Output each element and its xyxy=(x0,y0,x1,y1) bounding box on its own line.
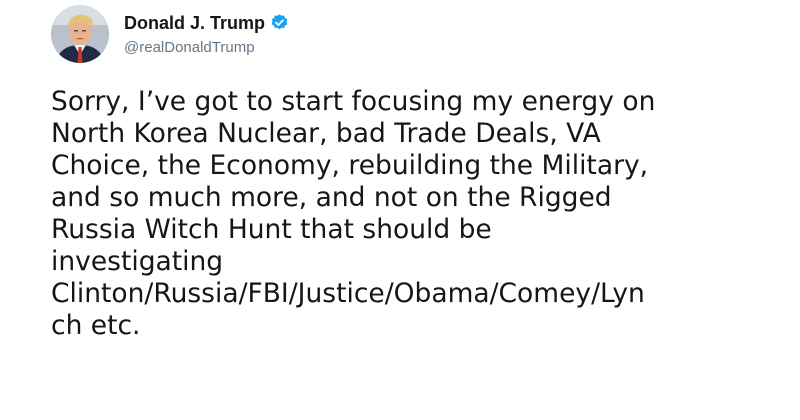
tweet-text-line: investigating xyxy=(51,246,224,277)
tweet-text-line: Russia Witch Hunt that should be xyxy=(51,214,492,245)
tweet-text-line: and so much more, and not on the Rigged xyxy=(51,182,612,213)
tweet-text-line: Choice, the Economy, rebuilding the Mili… xyxy=(51,150,649,181)
tweet-text: Sorry, I’ve got to start focusing my ene… xyxy=(51,86,771,342)
tweet-text-line: Clinton/Russia/FBI/Justice/Obama/Comey/L… xyxy=(51,278,645,309)
author-info: Donald J. Trump @realDonaldTrump xyxy=(124,12,289,57)
verified-badge-icon xyxy=(270,13,289,32)
tweet-header: Donald J. Trump @realDonaldTrump xyxy=(51,3,289,65)
profile-photo xyxy=(51,5,109,63)
tweet-text-line: North Korea Nuclear, bad Trade Deals, VA xyxy=(51,118,601,149)
tweet-text-line: Sorry, I’ve got to start focusing my ene… xyxy=(51,86,656,117)
tweet-card: Donald J. Trump @realDonaldTrump Sorry, … xyxy=(0,0,800,420)
display-name[interactable]: Donald J. Trump xyxy=(124,12,265,34)
username-handle[interactable]: @realDonaldTrump xyxy=(124,39,289,57)
tweet-text-line: ch etc. xyxy=(51,310,141,341)
avatar[interactable] xyxy=(51,5,109,63)
name-row: Donald J. Trump xyxy=(124,12,289,34)
